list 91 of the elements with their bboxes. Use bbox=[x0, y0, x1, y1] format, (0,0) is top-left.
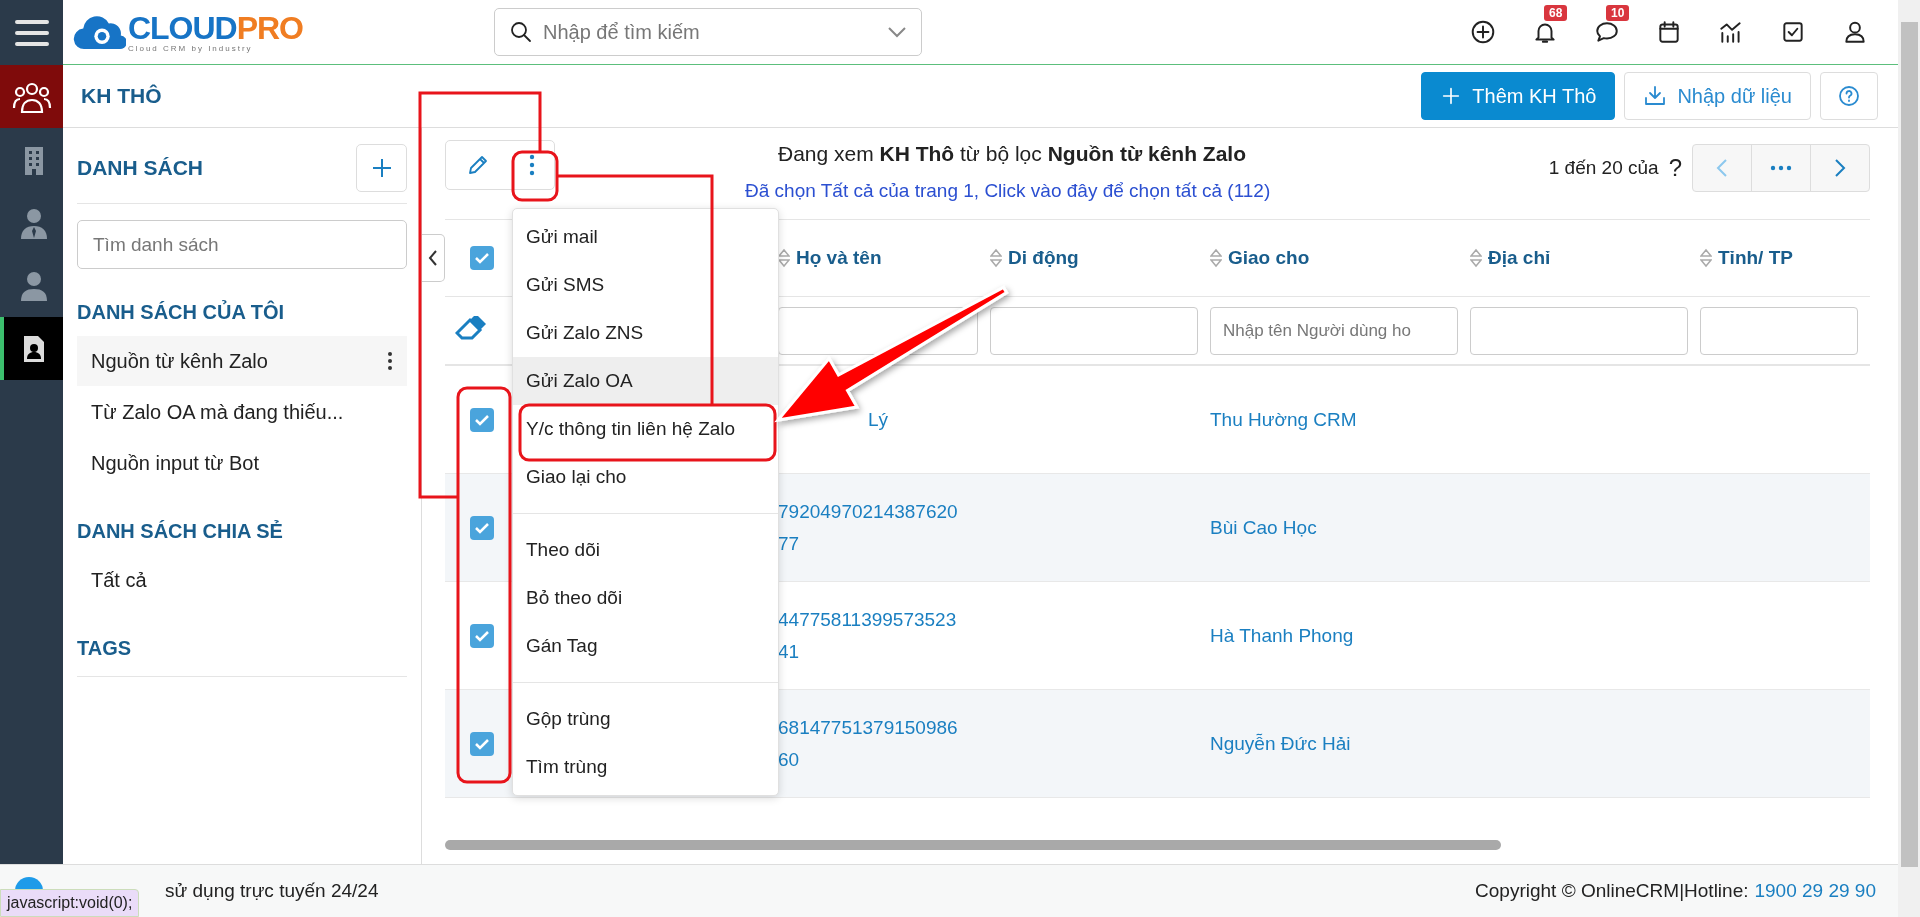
menu-item[interactable]: Bỏ theo dõi bbox=[513, 574, 778, 622]
assignee-link[interactable]: Bùi Cao Học bbox=[1210, 516, 1317, 538]
menu-icon[interactable] bbox=[14, 18, 49, 47]
copyright-text: Copyright © OnlineCRM|Hotline: bbox=[1475, 880, 1749, 901]
chevron-left-icon bbox=[428, 249, 438, 267]
search-icon bbox=[509, 20, 533, 44]
column-header[interactable]: Di động bbox=[1008, 247, 1079, 269]
person-icon bbox=[18, 270, 49, 301]
chat-icon bbox=[1594, 19, 1620, 45]
section-heading: TAGS bbox=[77, 637, 407, 677]
logo-text: CLOUDPRO bbox=[127, 11, 303, 44]
sort-icon[interactable] bbox=[990, 248, 1002, 268]
name-link[interactable]: 79204970214387620 77 bbox=[778, 495, 990, 560]
list-item[interactable]: Nguồn input từ Bot bbox=[77, 438, 407, 488]
list-item[interactable]: Tất cả bbox=[77, 555, 407, 605]
chevron-left-icon bbox=[1716, 158, 1728, 178]
checkbox[interactable] bbox=[470, 515, 494, 540]
notification-count: 68 bbox=[1544, 5, 1568, 21]
column-header[interactable]: Tỉnh/ TP bbox=[1718, 247, 1793, 269]
sort-icon[interactable] bbox=[1700, 248, 1712, 268]
panel-title: DANH SÁCH bbox=[77, 155, 203, 180]
sort-icon[interactable] bbox=[1210, 248, 1222, 268]
page-title: KH THÔ bbox=[81, 84, 162, 108]
add-list-button[interactable] bbox=[356, 143, 407, 192]
task-check-icon bbox=[1780, 19, 1806, 45]
chevron-down-icon bbox=[887, 26, 907, 38]
contact-file-icon bbox=[21, 333, 46, 364]
vertical-scrollbar[interactable] bbox=[1898, 0, 1920, 917]
page-range: 1 đến 20 của bbox=[1548, 157, 1659, 179]
column-header[interactable]: Địa chỉ bbox=[1488, 247, 1551, 269]
list-item[interactable]: Từ Zalo OA mà đang thiếu... bbox=[77, 387, 407, 437]
calendar-icon bbox=[1656, 19, 1682, 45]
column-header[interactable]: Họ và tên bbox=[796, 247, 882, 269]
section-heading: DANH SÁCH CỦA TÔI bbox=[77, 301, 286, 324]
filter-summary: Đang xem KH Thô từ bộ lọc Nguồn từ kênh Zalo bbox=[778, 142, 1247, 166]
checkbox[interactable] bbox=[470, 623, 494, 648]
eraser-icon[interactable] bbox=[455, 315, 489, 342]
chart-icon bbox=[1718, 19, 1744, 45]
import-button[interactable]: Nhập dữ liệu bbox=[1624, 72, 1811, 120]
assignee-link[interactable]: Nguyễn Đức Hải bbox=[1210, 732, 1351, 754]
list-search-field[interactable]: Tìm danh sách bbox=[77, 220, 407, 269]
search-field[interactable]: Nhập để tìm kiếm bbox=[494, 8, 922, 56]
menu-item[interactable]: Gán Tag bbox=[513, 622, 778, 670]
filter-field[interactable] bbox=[1470, 306, 1688, 355]
assignee-link[interactable]: Thu Hường CRM bbox=[1210, 408, 1357, 430]
sort-icon[interactable] bbox=[778, 248, 790, 268]
plus-icon bbox=[370, 156, 393, 179]
name-link[interactable]: 44775811399573523 41 bbox=[778, 603, 990, 668]
message-count: 10 bbox=[1606, 5, 1630, 21]
businessman-icon bbox=[18, 206, 49, 239]
chevron-right-icon bbox=[1834, 158, 1846, 178]
help-button[interactable] bbox=[1820, 72, 1878, 120]
filter-field[interactable] bbox=[990, 306, 1198, 355]
menu-item[interactable]: Gộp trùng bbox=[513, 695, 778, 743]
help-icon bbox=[1837, 84, 1861, 108]
name-link[interactable]: 68147751379150986 60 bbox=[778, 711, 990, 776]
checkbox[interactable] bbox=[470, 731, 494, 756]
hotline-link[interactable]: 1900 29 29 90 bbox=[1754, 880, 1876, 901]
menu-item[interactable]: Y/c thông tin liên hệ Zalo bbox=[513, 405, 778, 453]
assignee-link[interactable]: Hà Thanh Phong bbox=[1210, 624, 1354, 646]
menu-item[interactable]: Theo dõi bbox=[513, 526, 778, 574]
horizontal-scrollbar[interactable] bbox=[445, 840, 1501, 850]
user-icon bbox=[1842, 19, 1868, 45]
sort-icon[interactable] bbox=[1470, 248, 1482, 268]
collapse-button[interactable] bbox=[422, 234, 445, 282]
filter-field[interactable]: Nhập tên Người dùng ho bbox=[1210, 306, 1458, 355]
menu-item[interactable]: Gửi SMS bbox=[513, 261, 778, 309]
list-item[interactable]: Nguồn từ kênh Zalo bbox=[77, 336, 407, 386]
column-header[interactable]: Giao cho bbox=[1228, 247, 1310, 269]
checkbox[interactable] bbox=[470, 246, 494, 270]
download-icon bbox=[1643, 84, 1668, 108]
name-link[interactable]: Lý bbox=[778, 403, 990, 436]
menu-item[interactable]: Tìm trùng bbox=[513, 743, 778, 791]
add-button[interactable]: Thêm KH Thô bbox=[1421, 72, 1616, 120]
section-heading: DANH SÁCH CHIA SẺ bbox=[77, 520, 284, 543]
add-circle-icon bbox=[1470, 19, 1496, 45]
menu-item[interactable]: Gửi Zalo ZNS bbox=[513, 309, 778, 357]
filter-field[interactable] bbox=[1700, 306, 1858, 355]
total-count[interactable]: ? bbox=[1668, 154, 1682, 182]
menu-item[interactable]: Gửi mail bbox=[513, 213, 778, 261]
kebab-icon[interactable] bbox=[387, 351, 393, 371]
status-text: sử dụng trực tuyến 24/24 bbox=[165, 880, 379, 902]
logo-tagline: Cloud CRM by Industry bbox=[127, 43, 254, 53]
ellipsis-icon bbox=[1770, 165, 1792, 171]
kebab-icon bbox=[529, 154, 535, 176]
menu-item[interactable]: Giao lại cho bbox=[513, 453, 778, 501]
pencil-icon bbox=[466, 153, 490, 177]
menu-item[interactable]: Gửi Zalo OA bbox=[513, 357, 778, 405]
checkbox[interactable] bbox=[470, 407, 494, 432]
select-all-link[interactable]: Đã chọn Tất cả của trang 1, Click vào đây để chọn tất cả (112) bbox=[745, 180, 1271, 202]
link-tooltip: javascript:void(0); bbox=[0, 889, 140, 917]
